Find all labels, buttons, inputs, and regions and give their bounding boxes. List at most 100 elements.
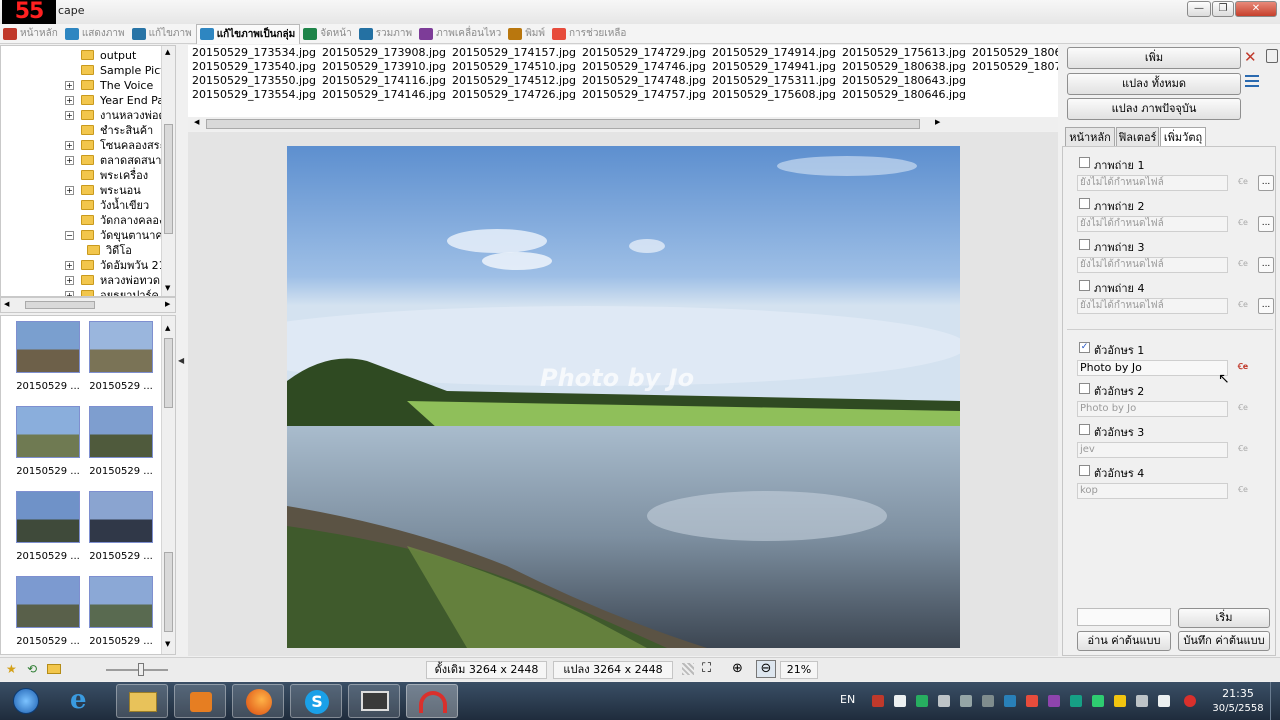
scroll-thumb[interactable] <box>164 338 173 408</box>
scroll-up-icon[interactable]: ▲ <box>165 48 170 56</box>
expand-icon[interactable]: + <box>65 186 74 195</box>
tray-icon-5[interactable] <box>960 695 972 707</box>
scroll-left-icon[interactable]: ◀ <box>194 118 199 126</box>
tree-item[interactable]: + งานหลวงพ่อดู <box>1 108 166 123</box>
menu-item-animation[interactable]: ภาพเคลื่อนไหว <box>416 24 505 44</box>
checker-icon[interactable] <box>682 663 694 675</box>
list-icon[interactable] <box>1245 75 1259 87</box>
image-file-field[interactable]: ยังไม่ได้กำหนดไฟล์ <box>1077 298 1228 314</box>
tab-2[interactable]: เพิ่มวัตถุ <box>1160 127 1206 147</box>
menu-item-view[interactable]: แสดงภาพ <box>62 24 129 44</box>
options-button[interactable]: ... <box>1258 298 1274 314</box>
tree-item[interactable]: วิดีโอ <box>1 243 161 258</box>
image-checkbox[interactable] <box>1079 239 1090 250</box>
star-icon[interactable]: ★ <box>6 662 17 676</box>
file-item[interactable]: 20150529_174726.jpg <box>452 88 576 101</box>
thumbnail-scrollbar[interactable]: ▲ ▼ <box>161 316 175 654</box>
folder-tree[interactable]: output Sample Pict + The Voice + Year End Pa +… <box>0 45 176 297</box>
tray-icon-6[interactable] <box>982 695 994 707</box>
thumbnail-image[interactable] <box>89 576 153 628</box>
language-indicator[interactable]: EN <box>840 693 855 706</box>
trash-icon[interactable] <box>1266 49 1278 63</box>
start-button[interactable]: เริ่ม <box>1178 608 1270 628</box>
tree-item[interactable]: + พระนอน <box>1 183 161 198</box>
collapse-icon[interactable]: − <box>65 231 74 240</box>
file-item[interactable]: 20150529_174157.jpg <box>452 46 576 59</box>
tray-icon-12[interactable] <box>1114 695 1126 707</box>
file-item[interactable]: 20150529_174510.jpg <box>452 60 576 73</box>
tab-0[interactable]: หน้าหลัก <box>1065 127 1115 147</box>
expand-icon[interactable]: + <box>65 81 74 90</box>
text-value-field[interactable]: kop <box>1077 483 1228 499</box>
menu-item-edit[interactable]: แก้ไขภาพ <box>129 24 196 44</box>
bluetooth-icon[interactable] <box>1004 695 1016 707</box>
refresh-icon[interactable]: ⟲ <box>27 662 37 676</box>
tree-item[interactable]: + อยุธยาปาร์ค <box>1 288 161 296</box>
file-item[interactable]: 20150529_175608.jpg <box>712 88 836 101</box>
file-item[interactable]: 20150529_1807 <box>972 60 1058 73</box>
slider-handle[interactable] <box>138 663 144 676</box>
tree-item[interactable]: + วัดอัมพวัน 21 <box>1 258 166 273</box>
menu-item-page-layout[interactable]: จัดหน้า <box>300 24 355 44</box>
convert-all-button[interactable]: แปลง ทั้งหมด <box>1067 73 1241 95</box>
maximize-button[interactable]: ❐ <box>1212 1 1234 17</box>
thumbnail-image[interactable] <box>89 406 153 458</box>
save-template-button[interactable]: บันทึก ค่าต้นแบบ <box>1178 631 1270 651</box>
file-list-scrollbar[interactable]: ◀ ▶ <box>188 117 1058 131</box>
remove-icon[interactable]: ✕ <box>1244 48 1257 66</box>
options-button[interactable]: ... <box>1258 257 1274 273</box>
show-desktop-button[interactable] <box>1270 682 1280 720</box>
firefox-icon[interactable] <box>232 684 284 718</box>
tree-horizontal-scrollbar[interactable]: ◀ ▶ <box>0 297 176 313</box>
thumbnail-image[interactable] <box>89 321 153 373</box>
file-item[interactable]: 20150529_173534.jpg <box>192 46 316 59</box>
image-checkbox[interactable] <box>1079 157 1090 168</box>
folder-icon[interactable] <box>47 664 61 674</box>
file-list[interactable]: 20150529_173534.jpg 20150529_173540.jpg 20… <box>188 45 1058 117</box>
text-value-field[interactable]: Photo by Jo <box>1077 360 1228 376</box>
file-item[interactable]: 20150529_173910.jpg <box>322 60 446 73</box>
expand-icon[interactable]: + <box>65 141 74 150</box>
collapse-panel-icon[interactable]: ◀ <box>178 356 184 365</box>
add-button[interactable]: เพิ่ม <box>1067 47 1241 69</box>
photoscape-icon[interactable] <box>406 684 458 718</box>
menu-item-print[interactable]: พิมพ์ <box>505 24 549 44</box>
tree-item[interactable]: วัดกลางคลอง <box>1 213 164 228</box>
file-explorer-icon[interactable] <box>116 684 168 718</box>
thumbnail-size-slider[interactable] <box>106 663 168 676</box>
clock-time[interactable]: 21:35 <box>1210 687 1266 700</box>
scroll-thumb-lower[interactable] <box>164 552 173 632</box>
scroll-right-icon[interactable]: ▶ <box>935 118 940 126</box>
tray-icon-10[interactable] <box>1070 695 1082 707</box>
tray-icon-15[interactable] <box>1184 695 1196 707</box>
file-browse-icon[interactable]: Ꞓe <box>1235 216 1251 232</box>
windows-start-icon[interactable] <box>4 684 48 718</box>
expand-icon[interactable]: + <box>65 96 74 105</box>
tree-item[interactable]: Sample Pict <box>1 63 165 78</box>
scroll-right-icon[interactable]: ▶ <box>165 300 170 308</box>
fit-screen-icon[interactable]: ⛶ <box>702 661 711 676</box>
file-item[interactable]: 20150529_173550.jpg <box>192 74 316 87</box>
file-item[interactable]: 20150529_174914.jpg <box>712 46 836 59</box>
image-file-field[interactable]: ยังไม่ได้กำหนดไฟล์ <box>1077 216 1228 232</box>
text-checkbox[interactable]: ✓ <box>1079 342 1090 353</box>
file-browse-icon[interactable]: Ꞓe <box>1235 175 1251 191</box>
text-style-icon[interactable]: Ꞓe <box>1235 483 1251 499</box>
file-item[interactable]: 20150529_173540.jpg <box>192 60 316 73</box>
tree-item[interactable]: + หลวงพ่อทวด <box>1 273 161 288</box>
file-item[interactable]: 20150529_174748.jpg <box>582 74 706 87</box>
scroll-down-icon[interactable]: ▼ <box>165 640 170 648</box>
scroll-left-icon[interactable]: ◀ <box>4 300 9 308</box>
text-style-icon[interactable]: Ꞓe <box>1235 360 1251 376</box>
close-button[interactable]: ✕ <box>1235 1 1277 17</box>
file-item[interactable]: 20150529_173554.jpg <box>192 88 316 101</box>
file-item[interactable]: 20150529_174116.jpg <box>322 74 446 87</box>
file-item[interactable]: 20150529_174729.jpg <box>582 46 706 59</box>
scroll-down-icon[interactable]: ▼ <box>165 284 170 292</box>
tree-vertical-scrollbar[interactable]: ▲ ▼ <box>161 46 175 296</box>
preview-photo[interactable] <box>287 146 960 648</box>
menu-item-home[interactable]: หน้าหลัก <box>0 24 62 44</box>
zoom-out-icon[interactable]: ⊖ <box>756 660 776 678</box>
tree-item[interactable]: พระเครื่อง <box>1 168 161 183</box>
text-style-icon[interactable]: Ꞓe <box>1235 442 1251 458</box>
